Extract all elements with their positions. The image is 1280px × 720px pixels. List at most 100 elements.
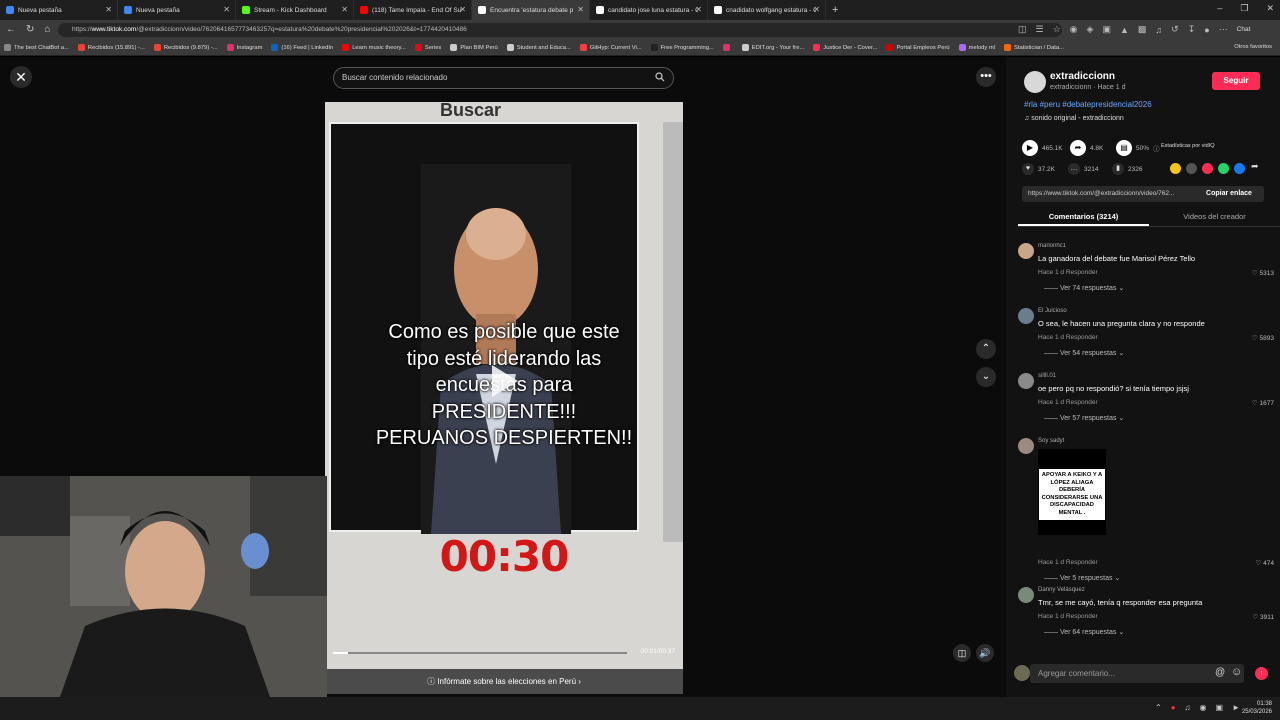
bookmark-item[interactable]: Justice Der - Cover...	[813, 44, 877, 51]
maximize-icon[interactable]: ❐	[1240, 3, 1248, 14]
extension-icon[interactable]: ◈	[1087, 24, 1094, 35]
browser-tab[interactable]: Encuentra 'estatura debate p ✕	[472, 0, 590, 20]
system-clock[interactable]: 01:38 25/03/2026	[1242, 700, 1272, 716]
volume-icon[interactable]: 🔊	[976, 644, 994, 662]
browser-tab[interactable]: Stream - Kick Dashboard ✕	[236, 0, 354, 20]
close-icon[interactable]: ✕	[10, 66, 32, 88]
comment-avatar[interactable]	[1018, 438, 1034, 454]
browser-tab[interactable]: (118) Tame Impala - End Of Summ✕	[354, 0, 472, 20]
add-comment-input[interactable]: Agregar comentario...	[1030, 664, 1244, 683]
bookmark-item[interactable]: Free Programming...	[650, 44, 714, 51]
extension-icon[interactable]: ▲	[1120, 25, 1129, 35]
menu-icon[interactable]: ⋯	[1219, 24, 1228, 35]
bookmark-star-icon[interactable]: ☆	[1053, 24, 1061, 35]
download-icon[interactable]: ↧	[1188, 24, 1196, 35]
heart-icon[interactable]: ♥	[1022, 163, 1034, 175]
comment-icon[interactable]: …	[1068, 163, 1080, 175]
profile-avatar[interactable]: ●	[1204, 25, 1209, 35]
emoji-icon[interactable]: ☺	[1231, 666, 1242, 678]
sound-link[interactable]: ♫ sonido original - extradiccionn	[1024, 115, 1124, 122]
bookmark-item[interactable]: Recibidos (15.891) -...	[77, 44, 145, 51]
home-icon[interactable]: ⌂	[44, 24, 50, 35]
close-icon[interactable]: ✕	[459, 5, 466, 14]
volume-icon[interactable]: ♫	[1185, 703, 1191, 712]
mention-icon[interactable]: @	[1215, 667, 1225, 678]
browser-tab[interactable]: Nueva pestaña ✕	[118, 0, 236, 20]
display-icon[interactable]: ▣	[1216, 703, 1224, 712]
tab-comments[interactable]: Comentarios (3214)	[1018, 207, 1149, 226]
comment-meta[interactable]: Hace 1 d Responder	[1038, 334, 1098, 341]
comment-avatar[interactable]	[1018, 308, 1034, 324]
comment-avatar[interactable]	[1018, 587, 1034, 603]
comment-likes[interactable]: ♡ 3911	[1252, 613, 1274, 621]
close-window-icon[interactable]: ✕	[1266, 3, 1274, 14]
chevron-up-icon[interactable]: ⌃	[1155, 703, 1162, 712]
comment-likes[interactable]: ♡ 1677	[1252, 399, 1274, 407]
bookmark-item[interactable]: Statistician / Data...	[1004, 44, 1064, 51]
address-bar[interactable]: https://www.tiktok.com/@extradiccionn/vi…	[58, 23, 1062, 37]
comment-image[interactable]: APOYAR A KEIKO Y A LÓPEZ ALIAGA DEBERÍA …	[1038, 449, 1106, 535]
comment-avatar[interactable]	[1018, 373, 1034, 389]
follow-button[interactable]: Seguir	[1212, 72, 1260, 90]
new-tab-icon[interactable]: +	[826, 4, 838, 16]
bookmark-item[interactable]: EDIT.org - Your fre...	[741, 44, 804, 51]
bookmark-item[interactable]: Student and Educa...	[506, 44, 571, 51]
view-replies-button[interactable]: —— Ver 64 respuestas ⌄	[1044, 628, 1124, 636]
mic-icon[interactable]: ●	[1171, 703, 1176, 712]
creator-username[interactable]: extradiccionn	[1050, 71, 1115, 82]
view-replies-button[interactable]: —— Ver 5 respuestas ⌄	[1044, 574, 1120, 582]
translate-icon[interactable]: ☰	[1036, 24, 1044, 35]
minimize-icon[interactable]: –	[1217, 3, 1222, 14]
comment-meta[interactable]: Hace 1 d Responder	[1038, 613, 1098, 620]
bookmark-item[interactable]: Recibidos (9.879) -...	[153, 44, 218, 51]
browser-tab[interactable]: candidato jose luna estatura - Go ✕	[590, 0, 708, 20]
bookmark-icon[interactable]: ▮	[1112, 163, 1124, 175]
share-icon-1[interactable]	[1170, 163, 1181, 174]
share-icon[interactable]: ➦	[1070, 140, 1086, 156]
puzzle-icon[interactable]: ▩	[1138, 24, 1147, 35]
close-icon[interactable]: ✕	[341, 5, 348, 14]
share-icon-2[interactable]	[1202, 163, 1213, 174]
chat-button[interactable]: Chat	[1237, 26, 1251, 33]
close-icon[interactable]: ✕	[577, 5, 584, 14]
view-replies-button[interactable]: —— Ver 74 respuestas ⌄	[1044, 284, 1124, 292]
whatsapp-icon[interactable]	[1218, 163, 1229, 174]
comment-meta[interactable]: Hace 1 d Responder	[1038, 269, 1098, 276]
close-icon[interactable]: ✕	[223, 5, 230, 14]
other-bookmarks[interactable]: Otros favoritos	[1234, 44, 1272, 50]
install-icon[interactable]: ◫	[1018, 24, 1027, 35]
media-icon[interactable]: ♫	[1155, 25, 1162, 35]
browser-tab[interactable]: cnadidato wolfgang estatura - Go ✕	[708, 0, 826, 20]
embed-icon[interactable]	[1186, 163, 1197, 174]
play-icon[interactable]	[492, 365, 518, 397]
bookmark-item[interactable]: Plan BIM Perú	[450, 44, 498, 51]
facebook-icon[interactable]	[1234, 163, 1245, 174]
comment-username[interactable]: marlonhc1	[1038, 243, 1066, 249]
send-icon[interactable]: ↑	[1255, 667, 1268, 680]
comment-username[interactable]: sillll.01	[1038, 373, 1056, 379]
hashtags[interactable]: #rla #peru #debatepresidencial2026	[1024, 100, 1152, 109]
comment-likes[interactable]: ♡ 474	[1256, 559, 1275, 567]
bookmark-item[interactable]: melody ml	[958, 44, 995, 51]
bookmark-item[interactable]	[722, 44, 733, 51]
comment-username[interactable]: El Juicioso	[1038, 308, 1067, 314]
close-icon[interactable]: ✕	[813, 5, 820, 14]
network-icon[interactable]: ◉	[1200, 703, 1207, 712]
history-icon[interactable]: ↺	[1171, 24, 1179, 35]
search-input[interactable]: Buscar contenido relacionado	[333, 67, 674, 89]
play-icon[interactable]: ▶	[1022, 140, 1038, 156]
forward-icon[interactable]: ➦	[1251, 161, 1259, 172]
close-icon[interactable]: ✕	[695, 5, 702, 14]
close-icon[interactable]: ✕	[105, 5, 112, 14]
comment-likes[interactable]: ♡ 5893	[1252, 334, 1274, 342]
stats-icon[interactable]: ▤	[1116, 140, 1132, 156]
comment-meta[interactable]: Hace 1 d Responder	[1038, 399, 1098, 406]
bookmark-item[interactable]: Learn music theory...	[342, 44, 406, 51]
view-replies-button[interactable]: —— Ver 54 respuestas ⌄	[1044, 349, 1124, 357]
pip-icon[interactable]: ◫	[953, 644, 971, 662]
chevron-down-icon[interactable]: ⌄	[976, 367, 996, 387]
comment-likes[interactable]: ♡ 5313	[1252, 269, 1274, 277]
comment-username[interactable]: Danny Velásquez	[1038, 587, 1085, 593]
tab-creator-videos[interactable]: Videos del creador	[1149, 207, 1280, 226]
bookmark-item[interactable]: The best ChatBot a...	[4, 44, 69, 51]
